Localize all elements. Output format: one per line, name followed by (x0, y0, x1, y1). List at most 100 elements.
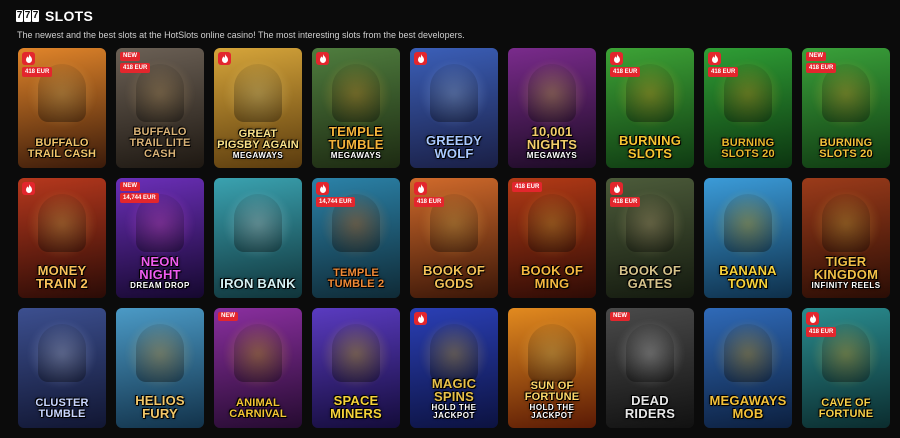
game-badges: 418 EUR (512, 182, 543, 192)
game-card[interactable]: 418 EUR Buffalo Trail Cash (18, 48, 106, 168)
game-card[interactable]: NEW Dead Riders (606, 308, 694, 428)
game-title-text: Book of Gates (618, 263, 682, 291)
game-badges: NEW 418 EUR (120, 52, 151, 73)
hot-flame-icon (414, 52, 427, 65)
game-title-text: Burning Slots 20 (721, 137, 775, 160)
hot-flame-icon (414, 312, 427, 325)
game-title: Greedy Wolf (413, 134, 495, 160)
game-card[interactable]: Tiger Kingdom INFINITY REELS (802, 178, 890, 298)
game-badges: NEW 418 EUR (806, 52, 837, 73)
game-title-text: Neon Night (139, 254, 181, 282)
jackpot-badge: 418 EUR (708, 67, 739, 77)
jackpot-badge: 418 EUR (806, 327, 837, 337)
game-title: Cave of Fortune (805, 398, 887, 420)
artwork-figure (822, 194, 870, 252)
game-badges (316, 52, 329, 65)
game-badges: 418 EUR (414, 182, 445, 207)
game-subtitle: HOLD THE JACKPOT (431, 403, 477, 420)
game-title: 10,001 Nights MEGAWAYS (511, 125, 593, 160)
game-card[interactable]: Space Miners (312, 308, 400, 428)
game-badges (218, 52, 231, 65)
game-badges: 418 EUR (708, 52, 739, 77)
game-title-text: Sun of Fortune (524, 380, 580, 403)
games-grid: 418 EUR Buffalo Trail Cash NEW 418 EUR Buffa… (18, 48, 890, 428)
game-card[interactable]: Sun of Fortune HOLD THE JACKPOT (508, 308, 596, 428)
jackpot-badge: 418 EUR (22, 67, 53, 77)
new-badge: NEW (610, 312, 630, 321)
artwork-figure (724, 194, 772, 252)
game-card[interactable]: Helios Fury (116, 308, 204, 428)
artwork-figure (234, 64, 282, 122)
game-card[interactable]: Iron Bank (214, 178, 302, 298)
artwork-figure (332, 64, 380, 122)
game-card[interactable]: Cluster Tumble (18, 308, 106, 428)
hot-flame-icon (806, 312, 819, 325)
game-title-text: Temple Tumble (328, 124, 384, 152)
game-subtitle: INFINITY REELS (811, 281, 881, 290)
game-card[interactable]: Great Pigsby Again MEGAWAYS (214, 48, 302, 168)
game-card[interactable]: 418 EUR Burning Slots 20 (704, 48, 792, 168)
game-title: Cluster Tumble (21, 398, 103, 420)
new-badge: NEW (218, 312, 238, 321)
logo-digit: 7 (32, 10, 39, 22)
game-title: Great Pigsby Again MEGAWAYS (217, 129, 299, 160)
game-title: Book of Ming (511, 264, 593, 290)
game-title: Megaways Mob (707, 394, 789, 420)
hot-flame-icon (414, 182, 427, 195)
game-title: Space Miners (315, 394, 397, 420)
artwork-figure (136, 324, 184, 382)
artwork-figure (528, 194, 576, 252)
game-card[interactable]: NEW Animal Carnival (214, 308, 302, 428)
game-card[interactable]: NEW 418 EUR Burning Slots 20 (802, 48, 890, 168)
game-badges (414, 312, 427, 325)
new-badge: NEW (120, 52, 140, 61)
game-title-text: Animal Carnival (229, 397, 287, 420)
game-title-text: Temple Tumble 2 (327, 267, 385, 290)
game-card[interactable]: Banana Town (704, 178, 792, 298)
artwork-figure (38, 194, 86, 252)
artwork-figure (430, 64, 478, 122)
jackpot-badge: 418 EUR (806, 63, 837, 73)
game-card[interactable]: Temple Tumble MEGAWAYS (312, 48, 400, 168)
game-card[interactable]: Money Train 2 (18, 178, 106, 298)
game-card[interactable]: Magic Spins HOLD THE JACKPOT (410, 308, 498, 428)
section-header: 7 7 7 SLOTS (16, 7, 93, 25)
game-card[interactable]: Megaways Mob (704, 308, 792, 428)
artwork-figure (38, 324, 86, 382)
artwork-figure (332, 324, 380, 382)
hot-flame-icon (708, 52, 721, 65)
game-subtitle: MEGAWAYS (232, 151, 284, 160)
section-subtitle: The newest and the best slots at the Hot… (17, 30, 465, 40)
game-title-text: Burning Slots (618, 133, 682, 161)
game-title-text: Dead Riders (624, 393, 676, 421)
game-card[interactable]: 418 EUR Book of Gates (606, 178, 694, 298)
game-card[interactable]: 14,744 EUR Temple Tumble 2 (312, 178, 400, 298)
game-title: Banana Town (707, 264, 789, 290)
game-badges: 418 EUR (22, 52, 53, 77)
game-title: Burning Slots 20 (707, 138, 789, 160)
jackpot-badge: 418 EUR (512, 182, 543, 192)
game-title: Neon Night DREAM DROP (119, 255, 201, 290)
hot-flame-icon (22, 182, 35, 195)
artwork-figure (528, 64, 576, 122)
hot-flame-icon (610, 182, 623, 195)
section-title: SLOTS (45, 8, 94, 24)
game-title-text: Space Miners (330, 393, 382, 421)
game-card[interactable]: 418 EUR Book of Gods (410, 178, 498, 298)
game-card[interactable]: NEW 14,744 EUR Neon Night DREAM DROP (116, 178, 204, 298)
game-title-text: Buffalo Trail Cash (27, 137, 97, 160)
artwork-figure (528, 324, 576, 382)
game-card[interactable]: 418 EUR Book of Ming (508, 178, 596, 298)
game-card[interactable]: NEW 418 EUR Buffalo Trail Lite Cash (116, 48, 204, 168)
game-badges (414, 52, 427, 65)
game-card[interactable]: 418 EUR Burning Slots (606, 48, 694, 168)
game-badges: 418 EUR (610, 52, 641, 77)
game-card[interactable]: 10,001 Nights MEGAWAYS (508, 48, 596, 168)
game-title: Tiger Kingdom INFINITY REELS (805, 255, 887, 290)
jackpot-badge: 14,744 EUR (316, 197, 355, 207)
game-card[interactable]: Greedy Wolf (410, 48, 498, 168)
jackpot-badge: 418 EUR (414, 197, 445, 207)
game-title-text: Greedy Wolf (425, 133, 483, 161)
jackpot-badge: 418 EUR (610, 67, 641, 77)
game-card[interactable]: 418 EUR Cave of Fortune (802, 308, 890, 428)
